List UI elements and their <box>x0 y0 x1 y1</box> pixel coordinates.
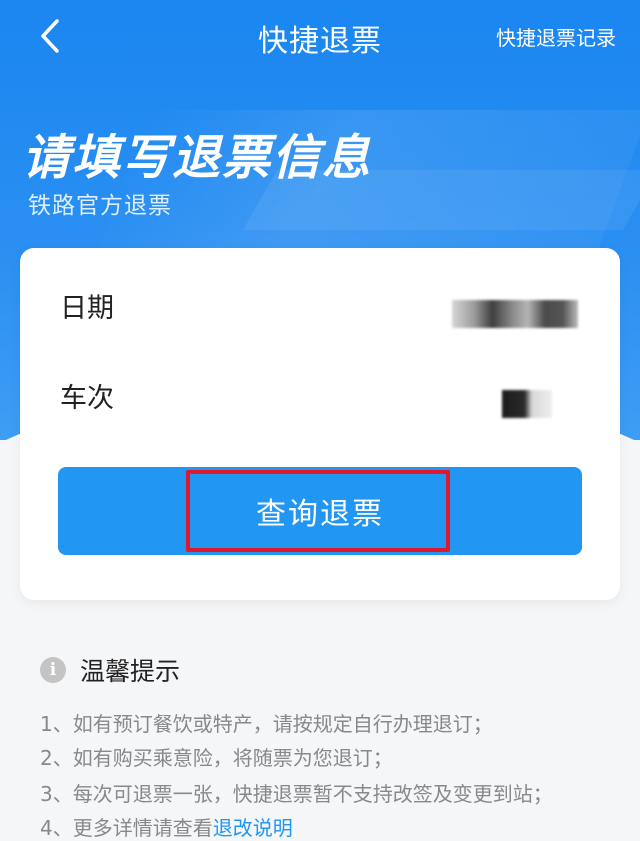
tip-item: 4、更多详情请查看退改说明 <box>40 812 293 841</box>
date-row[interactable]: 日期 <box>20 268 620 338</box>
tip-item-text: 4、更多详情请查看 <box>40 816 213 840</box>
tip-item: 3、每次可退票一张，快捷退票暂不支持改签及变更到站； <box>40 782 553 806</box>
tips-header: i 温馨提示 <box>40 652 620 688</box>
refund-records-link[interactable]: 快捷退票记录 <box>496 22 616 51</box>
hero-headline: 请填写退票信息 <box>22 130 373 186</box>
refund-rules-link[interactable]: 退改说明 <box>213 816 293 840</box>
train-number-label: 车次 <box>60 383 114 414</box>
info-circle-icon: i <box>40 657 66 683</box>
train-number-value-blurred <box>502 390 552 418</box>
date-label: 日期 <box>60 293 114 324</box>
date-value-blurred <box>452 300 578 328</box>
tip-item: 1、如有预订餐饮或特产，请按规定自行办理退订； <box>40 712 493 736</box>
hero-subline: 铁路官方退票 <box>28 193 172 219</box>
train-number-row[interactable]: 车次 <box>20 358 620 428</box>
top-nav-bar: 快捷退票 快捷退票记录 <box>0 0 640 74</box>
highlight-annotation-box <box>186 470 450 552</box>
tip-item: 2、如有购买乘意险，将随票为您退订； <box>40 746 393 770</box>
tips-title: 温馨提示 <box>80 657 181 686</box>
tips-section: i 温馨提示 1、如有预订餐饮或特产，请按规定自行办理退订； 2、如有购买乘意险… <box>40 652 620 840</box>
